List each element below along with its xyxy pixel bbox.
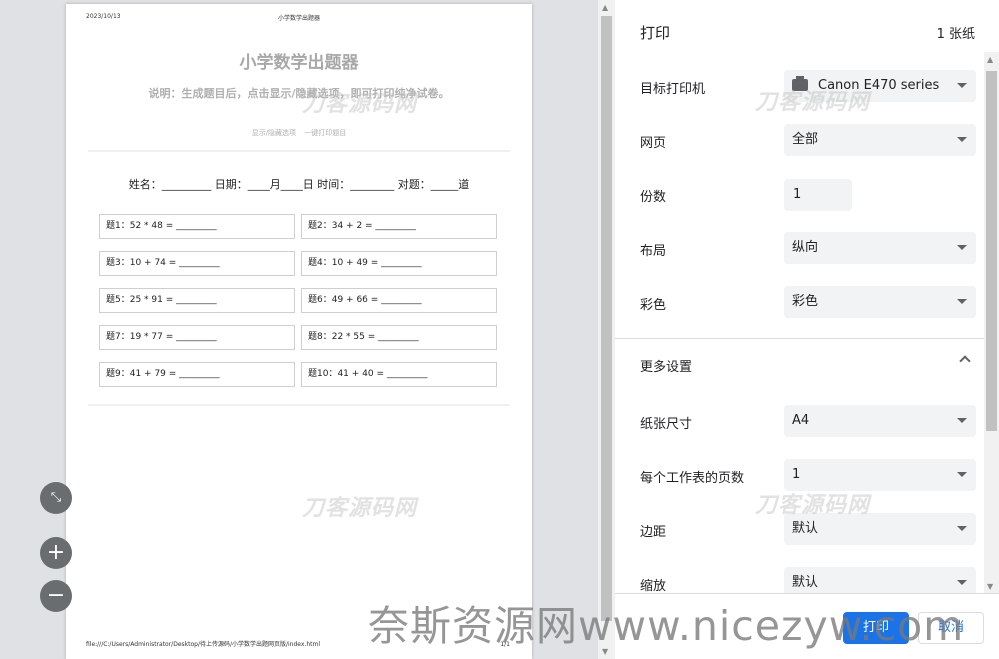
copies-label: 份数 [640, 190, 667, 205]
pages-select[interactable]: 全部 [784, 124, 976, 156]
pages-per-sheet-value: 1 [792, 467, 801, 482]
color-select[interactable]: 彩色 [784, 286, 976, 318]
paper-size-value: A4 [792, 413, 810, 428]
layout-value: 纵向 [792, 240, 819, 255]
chevron-down-icon [957, 137, 967, 142]
scroll-down-arrow-icon[interactable]: ▼ [987, 582, 993, 591]
page-footer-path: file:///C:/Users/Administrator/Desktop/待… [86, 641, 321, 648]
question-box: 题8：22 * 55 = _________ [301, 325, 497, 350]
doc-links: 显示/隐藏选项 一键打印题目 [66, 128, 532, 138]
more-settings-toggle[interactable]: 更多设置 [640, 356, 692, 375]
scroll-up-arrow-icon[interactable]: ▲ [602, 3, 608, 12]
pages-per-sheet-label: 每个工作表的页数 [640, 471, 745, 486]
chevron-down-icon [957, 245, 967, 250]
chevron-down-icon [957, 299, 967, 304]
print-preview-area: 2023/10/13 小学数学出题器 小学数学出题器 说明：生成题目后，点击显示… [0, 0, 598, 659]
question-box: 题3：10 + 74 = _________ [99, 251, 295, 276]
divider [88, 150, 510, 152]
doc-description: 说明：生成题目后，点击显示/隐藏选项，即可打印纯净试卷。 [148, 87, 450, 100]
color-value: 彩色 [792, 294, 819, 309]
question-box: 题4：10 + 49 = _________ [301, 251, 497, 276]
chevron-down-icon [957, 580, 967, 585]
paper-size-select[interactable]: A4 [784, 405, 976, 437]
divider [615, 338, 985, 339]
watermark-text: 刀客源码网 [755, 90, 871, 115]
page-header-title: 小学数学出题器 [277, 15, 320, 22]
preview-scrollbar[interactable]: ▲ ▼ [598, 0, 615, 659]
pages-value: 全部 [792, 132, 819, 147]
layout-label: 布局 [640, 244, 667, 259]
question-box: 题7：19 * 77 = _________ [99, 325, 295, 350]
doc-title: 小学数学出题器 [239, 53, 359, 73]
question-box: 题1：52 * 48 = _________ [99, 214, 295, 239]
layout-select[interactable]: 纵向 [784, 232, 976, 264]
zoom-out-button[interactable]: − [40, 580, 72, 612]
copies-input[interactable]: 1 [784, 179, 852, 211]
settings-scrollbar[interactable]: ▲ ▼ [984, 52, 999, 593]
chevron-down-icon [957, 418, 967, 423]
sheet-count: 1 张纸 [936, 27, 975, 42]
print-questions-link: 一键打印题目 [304, 129, 347, 137]
watermark-text: 刀客源码网 [302, 496, 418, 521]
watermark-text: 刀客源码网 [755, 493, 871, 518]
watermark-text: 刀客源码网 [302, 92, 418, 117]
panel-title: 打印 [640, 24, 671, 42]
site-watermark: 奈斯资源网www.nicezyw.com [368, 602, 965, 650]
question-box: 题9：41 + 79 = _________ [99, 362, 295, 387]
question-box: 题10：41 + 40 = _________ [301, 362, 497, 387]
zoom-in-button[interactable]: + [40, 537, 72, 569]
question-box: 题6：49 + 66 = _________ [301, 288, 497, 313]
chevron-down-icon [957, 83, 967, 88]
student-info-line: 姓名：_________ 日期：____月____日 时间：________ 对… [128, 178, 470, 191]
question-box: 题2：34 + 2 = _________ [301, 214, 497, 239]
scale-value: 默认 [792, 575, 819, 590]
scroll-up-arrow-icon[interactable]: ▲ [987, 55, 993, 64]
paper-size-label: 纸张尺寸 [640, 417, 693, 432]
margins-label: 边距 [640, 525, 667, 540]
scrollbar-thumb[interactable] [986, 71, 997, 431]
margins-value: 默认 [792, 521, 819, 536]
preview-page: 2023/10/13 小学数学出题器 小学数学出题器 说明：生成题目后，点击显示… [66, 4, 532, 659]
chevron-down-icon [957, 472, 967, 477]
fit-to-page-icon[interactable]: ⤡ [40, 482, 72, 514]
question-box: 题5：25 * 91 = _________ [99, 288, 295, 313]
pages-label: 网页 [640, 136, 667, 151]
scrollbar-thumb[interactable] [601, 16, 612, 621]
chevron-down-icon [957, 526, 967, 531]
print-settings-panel: 打印 1 张纸 目标打印机 Canon E470 series 网页 全部 份数… [615, 0, 999, 659]
chevron-up-icon[interactable] [959, 355, 971, 367]
divider [88, 404, 510, 406]
destination-label: 目标打印机 [640, 82, 706, 97]
color-label: 彩色 [640, 298, 667, 313]
toggle-options-link: 显示/隐藏选项 [251, 129, 297, 137]
